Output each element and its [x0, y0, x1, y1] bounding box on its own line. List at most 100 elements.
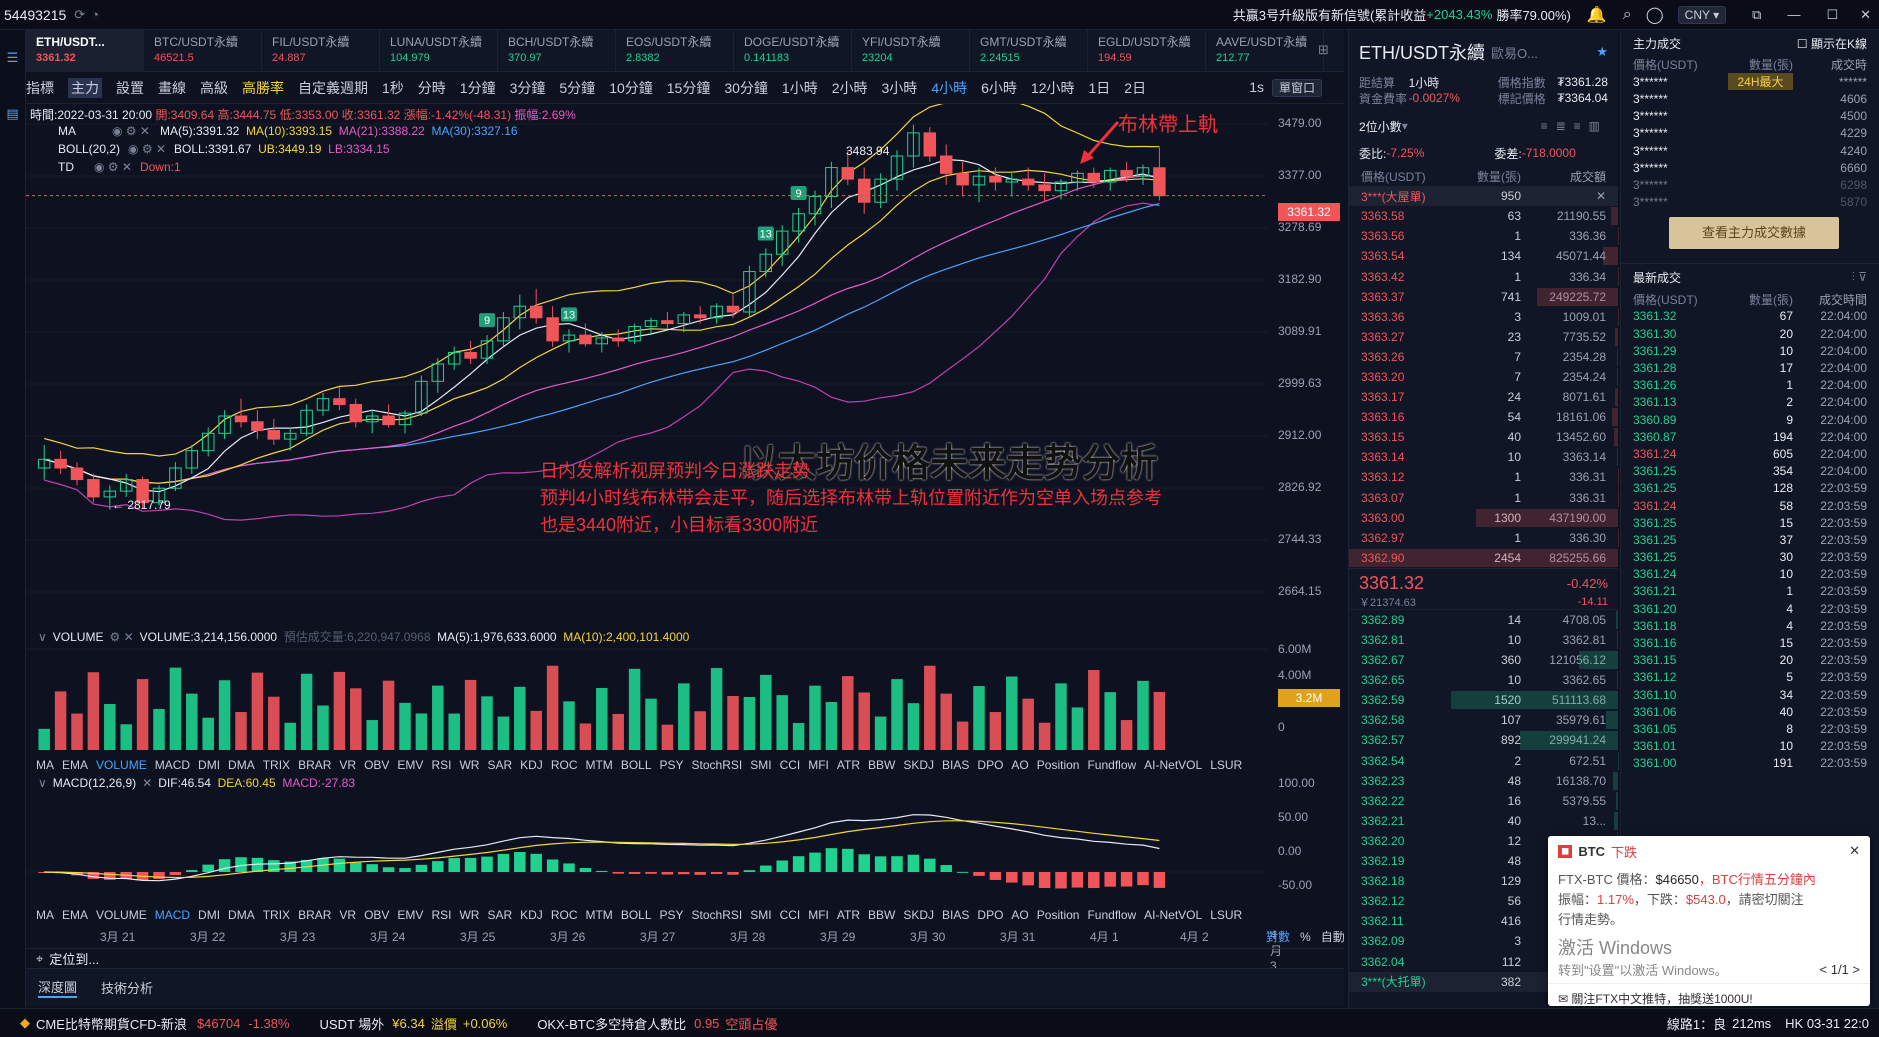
indicator-tab[interactable]: DMA [228, 758, 255, 772]
ask-row[interactable]: 3363.54 134 45071.44 [1349, 246, 1618, 266]
indicator-tab[interactable]: CCI [780, 758, 801, 772]
indicator-tab[interactable]: TRIX [263, 758, 290, 772]
indicator-tab[interactable]: DMI [198, 758, 220, 772]
indicator-tab[interactable]: OBV [364, 758, 389, 772]
toolbar-item[interactable]: 12小時 [1031, 78, 1075, 98]
mainforce-row[interactable]: 3****** 4606 [1621, 90, 1879, 107]
trade-row[interactable]: 3361.20 4 22:03:59 [1621, 600, 1879, 617]
toolbar-item[interactable]: 1秒 [382, 78, 404, 98]
indicator-tab[interactable]: AI-NetVOL [1144, 908, 1202, 922]
ask-row[interactable]: 3363.16 54 18161.06 [1349, 407, 1618, 427]
tab-6[interactable]: DOGE/USDT永續 0.141183 [734, 29, 852, 72]
indicator-tab[interactable]: KDJ [520, 758, 543, 772]
trade-row[interactable]: 3361.15 20 22:03:59 [1621, 652, 1879, 669]
ask-row[interactable]: 3363.12 1 336.31 [1349, 467, 1618, 487]
close-icon[interactable]: ✕ [1860, 7, 1871, 23]
indicator-tab[interactable]: PSY [660, 758, 684, 772]
indicator-tab[interactable]: PSY [660, 908, 684, 922]
ask-row[interactable]: 3363.14 10 3363.14 [1349, 447, 1618, 467]
bid-row[interactable]: 3362.67 360 121056.12 [1349, 650, 1618, 670]
trade-row[interactable]: 3361.24 605 22:04:00 [1621, 445, 1879, 462]
mainforce-row[interactable]: 3****** 6660 [1621, 159, 1879, 176]
indicator-tab[interactable]: Fundflow [1087, 758, 1136, 772]
ask-row[interactable]: 3363.42 1 336.34 [1349, 266, 1618, 286]
user-icon[interactable]: ◯ [1646, 5, 1664, 25]
orderbook-exchange[interactable]: 歐易O... [1491, 43, 1538, 62]
trade-row[interactable]: 3361.13 2 22:04:00 [1621, 394, 1879, 411]
indicator-tab[interactable]: ATR [837, 908, 860, 922]
mainforce-row[interactable]: 3****** 6298 [1621, 176, 1879, 193]
mainforce-row[interactable]: 3****** 4500 [1621, 108, 1879, 125]
toolbar-item[interactable]: 5分鐘 [559, 78, 595, 98]
popup-footer-link[interactable]: 關注FTX中文推特，抽獎送1000U! [1571, 990, 1752, 1007]
indicator-tab[interactable]: MFI [808, 758, 829, 772]
indicator-tab[interactable]: BIAS [942, 908, 969, 922]
indicator-tab[interactable]: BIAS [942, 758, 969, 772]
indicator-tab[interactable]: EMV [397, 908, 423, 922]
indicator-tab[interactable]: ROC [551, 758, 578, 772]
indicator-tab[interactable]: VR [339, 908, 356, 922]
indicator-tab[interactable]: SKDJ [903, 908, 934, 922]
ask-row[interactable]: 3362.97 1 336.30 [1349, 528, 1618, 548]
volume-controls-icon[interactable]: ⚙ ✕ [109, 630, 133, 644]
tab-1[interactable]: BTC/USDT永續 46521.5 [144, 29, 262, 72]
trade-row[interactable]: 3361.21 1 22:03:59 [1621, 583, 1879, 600]
ask-row[interactable]: 3363.56 1 336.36 [1349, 226, 1618, 246]
indicator-tab[interactable]: BBW [868, 758, 895, 772]
indicator-tab[interactable]: StochRSI [692, 758, 743, 772]
trade-row[interactable]: 3361.25 354 22:04:00 [1621, 463, 1879, 480]
locate-pin-icon[interactable]: ⌖ [36, 951, 43, 967]
mainforce-button[interactable]: 查看主力成交數據 [1669, 216, 1839, 249]
refresh-icon[interactable]: ⟳ [74, 7, 85, 23]
ask-row[interactable]: 3363.27 23 7735.52 [1349, 327, 1618, 347]
clock-icon[interactable]: ◔ [91, 7, 99, 22]
popup-close-icon[interactable]: ✕ [1849, 843, 1860, 859]
trade-row[interactable]: 3361.25 37 22:03:59 [1621, 531, 1879, 548]
indicator-tab[interactable]: EMA [62, 908, 88, 922]
indicator-tab[interactable]: RSI [431, 908, 451, 922]
mainforce-row[interactable]: 3****** 5870 [1621, 194, 1879, 211]
indicator-tab[interactable]: BOLL [621, 758, 652, 772]
ask-row[interactable]: 3363.36 3 1009.01 [1349, 307, 1618, 327]
toolbar-item[interactable]: 3分鐘 [510, 78, 546, 98]
ask-row[interactable]: 3362.90 2454 825255.66 [1349, 548, 1618, 568]
indicator-tab[interactable]: SMI [750, 758, 771, 772]
macd-chart[interactable] [26, 774, 1344, 904]
trade-row[interactable]: 3361.01 10 22:03:59 [1621, 738, 1879, 755]
indicator-tab[interactable]: MA [36, 908, 54, 922]
bid-row[interactable]: 3362.54 2 672.51 [1349, 751, 1618, 771]
trade-row[interactable]: 3361.05 8 22:03:59 [1621, 720, 1879, 737]
toolbar-right-item[interactable]: 1s [1249, 79, 1264, 95]
indicator-tab[interactable]: BRAR [298, 908, 331, 922]
search-icon[interactable]: ⌕ [1623, 6, 1632, 24]
ask-row[interactable]: 3363.07 1 336.31 [1349, 488, 1618, 508]
collapse-icon[interactable]: ∨ [38, 630, 47, 644]
volume-label[interactable]: VOLUME [53, 630, 104, 644]
indicator-tab[interactable]: SKDJ [903, 758, 934, 772]
mainforce-row[interactable]: 3****** 4229 [1621, 125, 1879, 142]
tab-8[interactable]: GMT/USDT永續 2.24515 [970, 29, 1088, 72]
toolbar-item[interactable]: 2小時 [832, 78, 868, 98]
indicator-tab[interactable]: RSI [431, 758, 451, 772]
bid-row[interactable]: 3362.81 10 3362.81 [1349, 630, 1618, 650]
restore-icon[interactable]: ⧉ [1752, 7, 1761, 23]
trade-row[interactable]: 3361.00 191 22:03:59 [1621, 755, 1879, 772]
tab-7[interactable]: YFI/USDT永續 23204 [852, 29, 970, 72]
indicator-tab[interactable]: ROC [551, 908, 578, 922]
indicator-tab[interactable]: DPO [977, 908, 1003, 922]
indicator-tab[interactable]: SMI [750, 908, 771, 922]
popup-pager[interactable]: < 1/1 > [1820, 962, 1860, 977]
bid-row[interactable]: 3362.59 1520 511113.68 [1349, 690, 1618, 710]
tab-4[interactable]: BCH/USDT永續 370.97 [498, 29, 616, 72]
indicator-tab[interactable]: WR [459, 908, 479, 922]
indicator-tab[interactable]: KDJ [520, 908, 543, 922]
trade-row[interactable]: 3361.16 15 22:03:59 [1621, 634, 1879, 651]
bid-row[interactable]: 3362.23 48 16138.70 [1349, 771, 1618, 791]
indicator-tab[interactable]: ATR [837, 758, 860, 772]
indicator-tab[interactable]: BOLL [621, 908, 652, 922]
toolbar-item[interactable]: 4小時 [931, 78, 967, 98]
toolbar-item[interactable]: 高勝率 [242, 78, 284, 98]
favorite-star-icon[interactable]: ★ [1596, 44, 1608, 60]
indicator-tab[interactable]: Fundflow [1087, 908, 1136, 922]
indicator-tab[interactable]: EMV [397, 758, 423, 772]
